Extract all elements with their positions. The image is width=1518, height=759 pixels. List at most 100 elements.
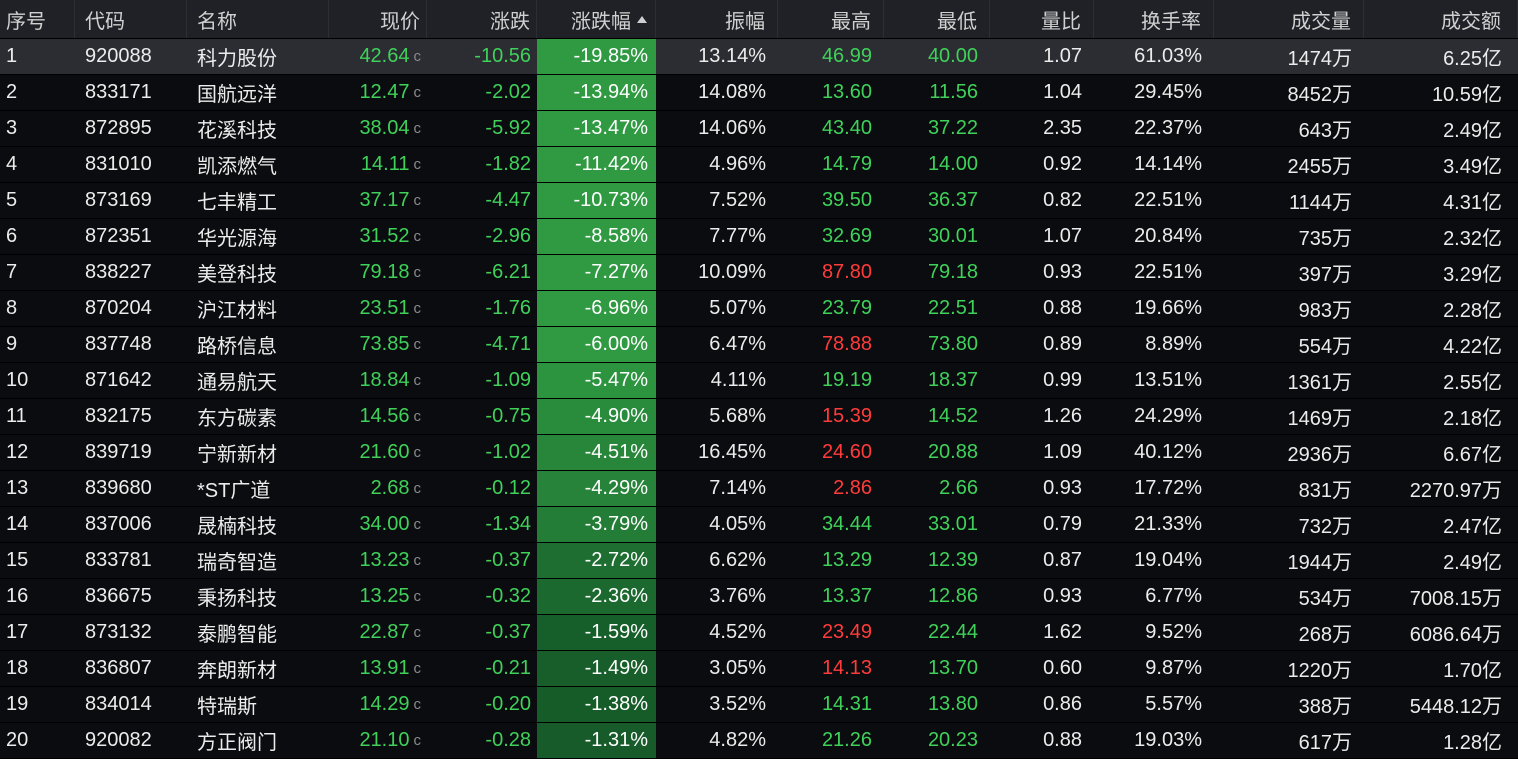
table-row[interactable]: 20 920082 方正阀门 21.10 c -0.28 -1.31% 4.82% 21.26 2… xyxy=(0,723,1518,759)
day-low: 37.22 xyxy=(927,117,978,139)
row-number: 15 xyxy=(6,549,29,571)
stock-code: 839680 xyxy=(85,477,152,499)
amplitude: 4.52% xyxy=(709,621,766,643)
amount: 2.32亿 xyxy=(1443,228,1502,250)
amplitude: 4.82% xyxy=(709,729,766,751)
amplitude: 13.14% xyxy=(698,45,766,67)
price-change: -0.75 xyxy=(485,405,531,427)
amplitude: 6.62% xyxy=(709,549,766,571)
turnover-rate: 19.66% xyxy=(1134,297,1202,319)
turnover-rate: 22.51% xyxy=(1134,189,1202,211)
change-pct: -1.49% xyxy=(537,651,656,686)
stock-name: 奔朗新材 xyxy=(197,660,277,682)
table-row[interactable]: 9 837748 路桥信息 73.85 c -4.71 -6.00% 6.47% 78.88 73… xyxy=(0,327,1518,363)
table-row[interactable]: 17 873132 泰鹏智能 22.87 c -0.37 -1.59% 4.52% 23.49 2… xyxy=(0,615,1518,651)
day-high: 14.13 xyxy=(821,657,872,679)
credit-mark: c xyxy=(413,120,422,137)
turnover-rate: 61.03% xyxy=(1134,45,1202,67)
table-row[interactable]: 16 836675 秉扬科技 13.25 c -0.32 -2.36% 3.76% 13.37 1… xyxy=(0,579,1518,615)
table-row[interactable]: 5 873169 七丰精工 37.17 c -4.47 -10.73% 7.52% 39.50 3… xyxy=(0,183,1518,219)
stock-name: 七丰精工 xyxy=(197,192,277,214)
volume-ratio: 0.93 xyxy=(1043,585,1082,607)
row-number: 17 xyxy=(6,621,29,643)
table-row[interactable]: 13 839680 *ST广道 2.68 c -0.12 -4.29% 7.14% 2.86 2.… xyxy=(0,471,1518,507)
table-row[interactable]: 11 832175 东方碳素 14.56 c -0.75 -4.90% 5.68% 15.39 1… xyxy=(0,399,1518,435)
header-high[interactable]: 最高 xyxy=(778,0,884,38)
current-price: 23.51 c xyxy=(329,291,427,326)
stock-name: 沪江材料 xyxy=(197,300,277,322)
day-high: 13.37 xyxy=(821,585,872,607)
current-price: 37.17 c xyxy=(329,183,427,218)
stock-name: 通易航天 xyxy=(197,372,277,394)
table-row[interactable]: 8 870204 沪江材料 23.51 c -1.76 -6.96% 5.07% 23.79 22… xyxy=(0,291,1518,327)
amount: 2.49亿 xyxy=(1443,552,1502,574)
volume: 643万 xyxy=(1298,120,1352,142)
day-low: 73.80 xyxy=(927,333,978,355)
current-price-value: 31.52 xyxy=(359,225,410,247)
table-row[interactable]: 7 838227 美登科技 79.18 c -6.21 -7.27% 10.09% 87.80 7… xyxy=(0,255,1518,291)
table-row[interactable]: 10 871642 通易航天 18.84 c -1.09 -5.47% 4.11% 19.19 1… xyxy=(0,363,1518,399)
change-pct: -6.00% xyxy=(537,327,656,362)
table-row[interactable]: 18 836807 奔朗新材 13.91 c -0.21 -1.49% 3.05% 14.13 1… xyxy=(0,651,1518,687)
credit-mark: c xyxy=(413,264,422,281)
header-amplitude[interactable]: 振幅 xyxy=(656,0,778,38)
credit-mark: c xyxy=(413,444,422,461)
price-change: -5.92 xyxy=(485,117,531,139)
header-low[interactable]: 最低 xyxy=(884,0,990,38)
stock-name: 瑞奇智造 xyxy=(197,552,277,574)
change-pct: -4.51% xyxy=(537,435,656,470)
turnover-rate: 40.12% xyxy=(1134,441,1202,463)
row-number: 13 xyxy=(6,477,29,499)
stock-name: 国航远洋 xyxy=(197,84,277,106)
stock-name: 特瑞斯 xyxy=(197,696,257,718)
volume: 983万 xyxy=(1298,300,1352,322)
current-price-value: 14.29 xyxy=(359,693,410,715)
amplitude: 5.07% xyxy=(709,297,766,319)
volume: 534万 xyxy=(1298,588,1352,610)
amount: 2.47亿 xyxy=(1443,516,1502,538)
day-low: 18.37 xyxy=(927,369,978,391)
price-change: -0.21 xyxy=(485,657,531,679)
amplitude: 5.68% xyxy=(709,405,766,427)
change-pct: -7.27% xyxy=(537,255,656,290)
table-row[interactable]: 19 834014 特瑞斯 14.29 c -0.20 -1.38% 3.52% 14.31 13… xyxy=(0,687,1518,723)
row-number: 5 xyxy=(6,189,18,211)
table-row[interactable]: 2 833171 国航远洋 12.47 c -2.02 -13.94% 14.08% 13.60… xyxy=(0,75,1518,111)
header-change[interactable]: 涨跌 xyxy=(427,0,537,38)
price-change: -0.20 xyxy=(485,693,531,715)
current-price-value: 34.00 xyxy=(359,513,410,535)
header-volume-ratio[interactable]: 量比 xyxy=(990,0,1094,38)
credit-mark: c xyxy=(413,228,422,245)
price-change: -0.37 xyxy=(485,549,531,571)
header-change-pct-label: 涨跌幅 xyxy=(571,10,631,33)
header-code[interactable]: 代码 xyxy=(75,0,187,38)
table-row[interactable]: 6 872351 华光源海 31.52 c -2.96 -8.58% 7.77% 32.69 30… xyxy=(0,219,1518,255)
header-turnover[interactable]: 换手率 xyxy=(1094,0,1214,38)
stock-name: 秉扬科技 xyxy=(197,588,277,610)
day-low: 13.70 xyxy=(927,657,978,679)
table-row[interactable]: 4 831010 凯添燃气 14.11 c -1.82 -11.42% 4.96% 14.79 1… xyxy=(0,147,1518,183)
header-volume[interactable]: 成交量 xyxy=(1214,0,1364,38)
day-low: 14.00 xyxy=(927,153,978,175)
table-row[interactable]: 1 920088 科力股份 42.64 c -10.56 -19.85% 13.14% 46.9… xyxy=(0,39,1518,75)
amplitude: 3.76% xyxy=(709,585,766,607)
current-price: 14.56 c xyxy=(329,399,427,434)
header-change-pct[interactable]: 涨跌幅 xyxy=(537,0,656,38)
header-name[interactable]: 名称 xyxy=(187,0,329,38)
row-number: 4 xyxy=(6,153,18,175)
day-low: 11.56 xyxy=(929,81,978,103)
table-row[interactable]: 15 833781 瑞奇智造 13.23 c -0.37 -2.72% 6.62% 13.29 1… xyxy=(0,543,1518,579)
amplitude: 4.96% xyxy=(709,153,766,175)
header-no[interactable]: 序号 xyxy=(0,0,75,38)
header-amount[interactable]: 成交额 xyxy=(1364,0,1518,38)
table-row[interactable]: 12 839719 宁新新材 21.60 c -1.02 -4.51% 16.45% 24.60… xyxy=(0,435,1518,471)
current-price-value: 79.18 xyxy=(359,261,410,283)
day-low: 40.00 xyxy=(927,45,978,67)
header-price[interactable]: 现价 xyxy=(329,0,427,38)
stock-name: 东方碳素 xyxy=(197,408,277,430)
table-row[interactable]: 3 872895 花溪科技 38.04 c -5.92 -13.47% 14.06% 43.40… xyxy=(0,111,1518,147)
row-number: 6 xyxy=(6,225,18,247)
table-row[interactable]: 14 837006 晟楠科技 34.00 c -1.34 -3.79% 4.05% 34.44 3… xyxy=(0,507,1518,543)
stock-name: 凯添燃气 xyxy=(197,156,277,178)
turnover-rate: 9.52% xyxy=(1145,621,1202,643)
